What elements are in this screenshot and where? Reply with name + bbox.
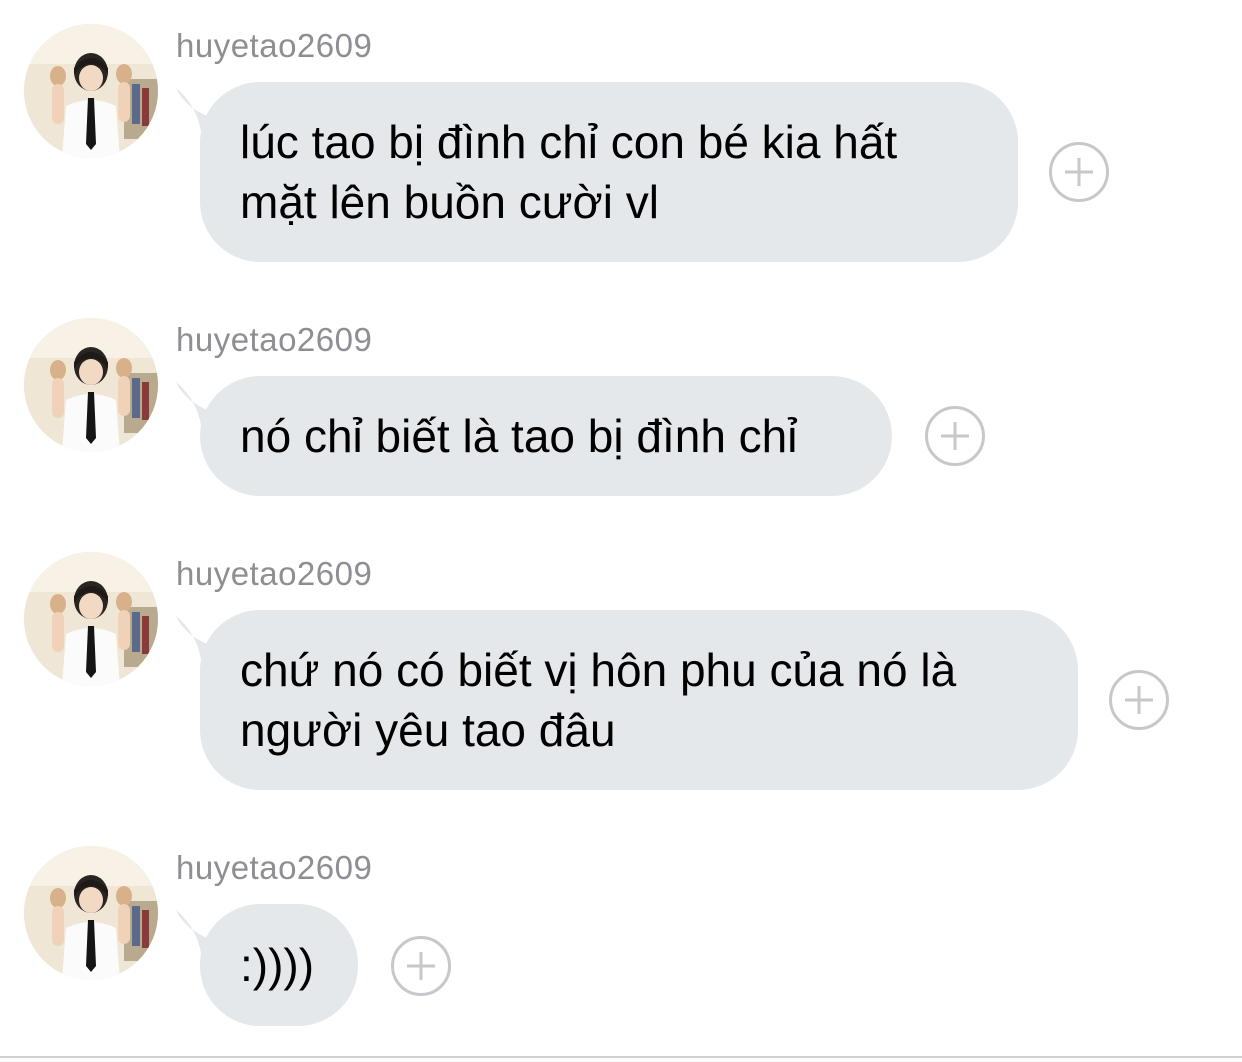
avatar-image bbox=[24, 552, 158, 686]
add-reaction-button[interactable] bbox=[1109, 670, 1169, 730]
message-bubble[interactable]: nó chỉ biết là tao bị đình chỉ bbox=[200, 376, 892, 496]
avatar-image bbox=[24, 318, 158, 452]
add-reaction-button[interactable] bbox=[925, 406, 985, 466]
add-reaction-button[interactable] bbox=[1049, 142, 1109, 202]
add-reaction-button[interactable] bbox=[391, 936, 451, 996]
avatar[interactable] bbox=[24, 846, 158, 980]
message-text: :)))) bbox=[240, 939, 315, 991]
plus-icon bbox=[941, 422, 969, 450]
message-bubble[interactable]: chứ nó có biết vị hôn phu của nó là ngườ… bbox=[200, 610, 1078, 790]
avatar[interactable] bbox=[24, 552, 158, 686]
avatar-image bbox=[24, 24, 158, 158]
message-text: lúc tao bị đình chỉ con bé kia hất mặt l… bbox=[240, 116, 898, 228]
message-bubble[interactable]: lúc tao bị đình chỉ con bé kia hất mặt l… bbox=[200, 82, 1018, 262]
avatar[interactable] bbox=[24, 24, 158, 158]
avatar[interactable] bbox=[24, 318, 158, 452]
username[interactable]: huyetao2609 bbox=[176, 320, 372, 360]
avatar-image bbox=[24, 846, 158, 980]
message-text: chứ nó có biết vị hôn phu của nó là ngườ… bbox=[240, 644, 957, 756]
plus-icon bbox=[1125, 686, 1153, 714]
username[interactable]: huyetao2609 bbox=[176, 26, 372, 66]
username[interactable]: huyetao2609 bbox=[176, 848, 372, 888]
username[interactable]: huyetao2609 bbox=[176, 554, 372, 594]
plus-icon bbox=[407, 952, 435, 980]
divider bbox=[0, 1056, 1242, 1058]
message-text: nó chỉ biết là tao bị đình chỉ bbox=[240, 410, 798, 462]
plus-icon bbox=[1065, 158, 1093, 186]
message-bubble[interactable]: :)))) bbox=[200, 904, 358, 1026]
